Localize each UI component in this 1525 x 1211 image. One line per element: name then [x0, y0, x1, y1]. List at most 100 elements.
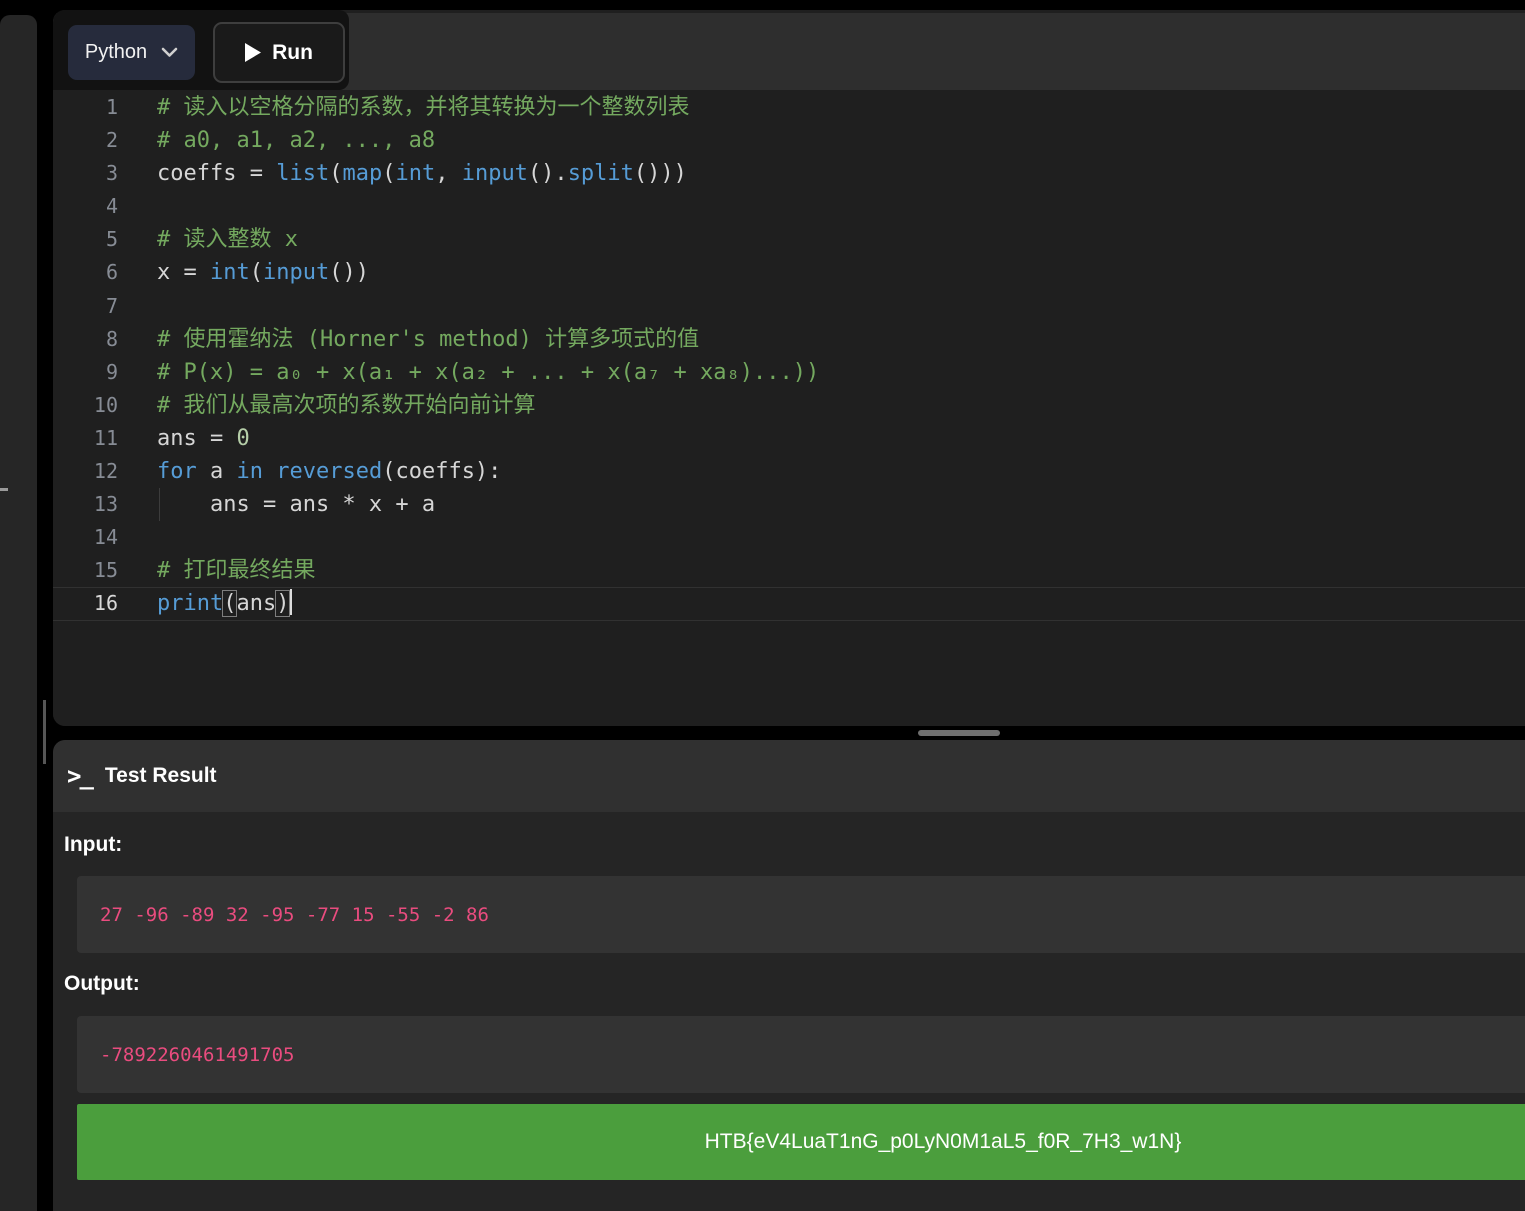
code-line[interactable]: 5 # 读入整数 x — [53, 223, 1525, 256]
line-number: 6 — [105, 260, 118, 285]
code-token: ( — [249, 260, 263, 286]
left-rail-tick — [0, 488, 8, 491]
line-number: 8 — [105, 326, 118, 351]
code-token: # P(x) = a₀ + x(a₁ + x(a₂ + ... + x(a₇ +… — [157, 359, 820, 385]
code-token: x = — [157, 260, 210, 286]
code-line-text: ans = 0 — [157, 422, 250, 455]
code-token: ) — [276, 591, 290, 617]
line-number: 14 — [93, 525, 118, 550]
code-token: a — [196, 459, 237, 485]
play-icon — [245, 43, 262, 62]
code-token: ())) — [633, 161, 687, 187]
test-result-panel: >_ Test Result Input: 27 -96 -89 32 -95 … — [53, 740, 1525, 1211]
code-line[interactable]: 8 # 使用霍纳法 (Horner's method) 计算多项式的值 — [53, 323, 1525, 356]
line-number: 13 — [93, 492, 118, 517]
code-token: # 打印最终结果 — [157, 558, 316, 584]
code-line-text: # P(x) = a₀ + x(a₁ + x(a₂ + ... + x(a₇ +… — [157, 356, 819, 389]
chevron-down-icon — [161, 47, 178, 58]
test-result-title: Test Result — [104, 764, 217, 787]
code-token: ( — [382, 161, 396, 187]
code-token: (). — [527, 161, 568, 187]
line-number: 11 — [93, 425, 118, 450]
input-label: Input: — [64, 833, 123, 856]
code-editor[interactable]: 1 # 读入以空格分隔的系数，并将其转换为一个整数列表 2 # a0, a1, a2,… — [53, 90, 1525, 726]
code-line[interactable]: 12 for a in reversed(coeffs): — [53, 455, 1525, 488]
code-line[interactable]: 13 ans = ans * x + a — [53, 488, 1525, 522]
code-line-text: # 使用霍纳法 (Horner's method) 计算多项式的值 — [157, 323, 699, 356]
line-number: 1 — [105, 95, 118, 119]
code-line[interactable]: 14 — [53, 521, 1525, 554]
code-line-text: # 读入整数 x — [157, 223, 298, 256]
output-value: -7892260461491705 — [100, 1043, 295, 1066]
code-line[interactable]: 9 # P(x) = a₀ + x(a₁ + x(a₂ + ... + x(a₇ … — [53, 356, 1525, 389]
code-token: split — [567, 161, 634, 187]
test-result-header: >_ Test Result — [53, 740, 1525, 812]
run-button[interactable]: Run — [213, 22, 345, 83]
code-token: ans = — [157, 425, 237, 451]
code-token: map — [342, 161, 383, 187]
code-editor-panel: Python Run 1 # 读入以空格分隔的系数，并将其转换为一个整数列表 2 # … — [53, 10, 1525, 726]
panel-resize-handle[interactable] — [918, 730, 1000, 736]
line-number: 3 — [105, 161, 118, 186]
success-flag-banner: HTB{eV4LuaT1nG_p0LyN0M1aL5_f0R_7H3_w1N} — [77, 1104, 1525, 1180]
input-value: 27 -96 -89 32 -95 -77 15 -55 -2 86 — [100, 903, 489, 926]
language-selector[interactable]: Python — [68, 25, 195, 80]
code-token: list — [276, 161, 330, 187]
scrollbar-thumb[interactable] — [43, 700, 46, 764]
flag-text: HTB{eV4LuaT1nG_p0LyN0M1aL5_f0R_7H3_w1N} — [704, 1130, 1182, 1153]
code-token: int — [209, 260, 250, 286]
code-line-text: # 读入以空格分隔的系数，并将其转换为一个整数列表 — [157, 91, 690, 124]
line-number: 4 — [105, 194, 118, 219]
code-token: coeffs = — [157, 161, 277, 187]
code-line-text: print(ans) — [157, 587, 293, 620]
code-line[interactable]: 16 print(ans) — [53, 587, 1525, 620]
code-line-text: # a0, a1, a2, ..., a8 — [157, 124, 435, 157]
indent-guide-line — [159, 488, 160, 522]
code-line-text: ans = ans * x + a — [157, 488, 436, 522]
code-line[interactable]: 3 coeffs = list(map(int, input().split())… — [53, 157, 1525, 190]
code-token: ( — [329, 161, 343, 187]
code-token: int — [395, 161, 436, 187]
output-label: Output: — [64, 972, 140, 995]
code-token: ans — [236, 591, 277, 617]
code-token: input — [262, 260, 330, 286]
text-cursor — [290, 589, 293, 616]
code-line[interactable]: 11 ans = 0 — [53, 422, 1525, 455]
line-number: 7 — [105, 293, 118, 318]
code-line-text: x = int(input()) — [157, 256, 369, 289]
line-number: 9 — [105, 359, 118, 384]
code-line[interactable]: 1 # 读入以空格分隔的系数，并将其转换为一个整数列表 — [53, 91, 1525, 124]
code-line[interactable]: 6 x = int(input()) — [53, 256, 1525, 289]
code-line[interactable]: 10 # 我们从最高次项的系数开始向前计算 — [53, 389, 1525, 422]
code-token: ()) — [329, 260, 369, 286]
code-token: # 我们从最高次项的系数开始向前计算 — [157, 392, 536, 418]
code-token: # 读入整数 x — [157, 227, 298, 253]
code-line-text: coeffs = list(map(int, input().split())) — [157, 157, 687, 190]
code-token: 0 — [236, 425, 250, 451]
line-number: 16 — [93, 591, 118, 616]
code-line[interactable]: 2 # a0, a1, a2, ..., a8 — [53, 124, 1525, 157]
line-number: 10 — [93, 392, 118, 417]
code-token: # 读入以空格分隔的系数，并将其转换为一个整数列表 — [157, 95, 690, 120]
code-token: input — [461, 161, 528, 187]
line-number: 2 — [105, 128, 118, 153]
line-number: 12 — [93, 459, 118, 484]
code-token: reversed — [276, 459, 383, 485]
terminal-icon: >_ — [67, 762, 94, 790]
code-token: print — [157, 591, 224, 617]
toolbar-buttons-box: Python Run — [53, 10, 349, 90]
input-value-box: 27 -96 -89 32 -95 -77 15 -55 -2 86 — [77, 876, 1525, 953]
code-line[interactable]: 4 — [53, 190, 1525, 223]
code-line[interactable]: 15 # 打印最终结果 — [53, 554, 1525, 587]
code-line[interactable]: 7 — [53, 290, 1525, 323]
code-token: # a0, a1, a2, ..., a8 — [157, 128, 436, 154]
code-line-text: for a in reversed(coeffs): — [157, 455, 501, 488]
code-token: (coeffs): — [382, 459, 502, 485]
line-number: 5 — [105, 227, 118, 252]
code-token: ans = ans * x + a — [157, 492, 436, 518]
code-token: for — [157, 459, 197, 485]
language-selector-label: Python — [84, 41, 148, 63]
run-button-label: Run — [272, 40, 313, 64]
output-value-box: -7892260461491705 — [77, 1016, 1525, 1093]
code-token: # 使用霍纳法 (Horner's method) 计算多项式的值 — [157, 326, 700, 352]
